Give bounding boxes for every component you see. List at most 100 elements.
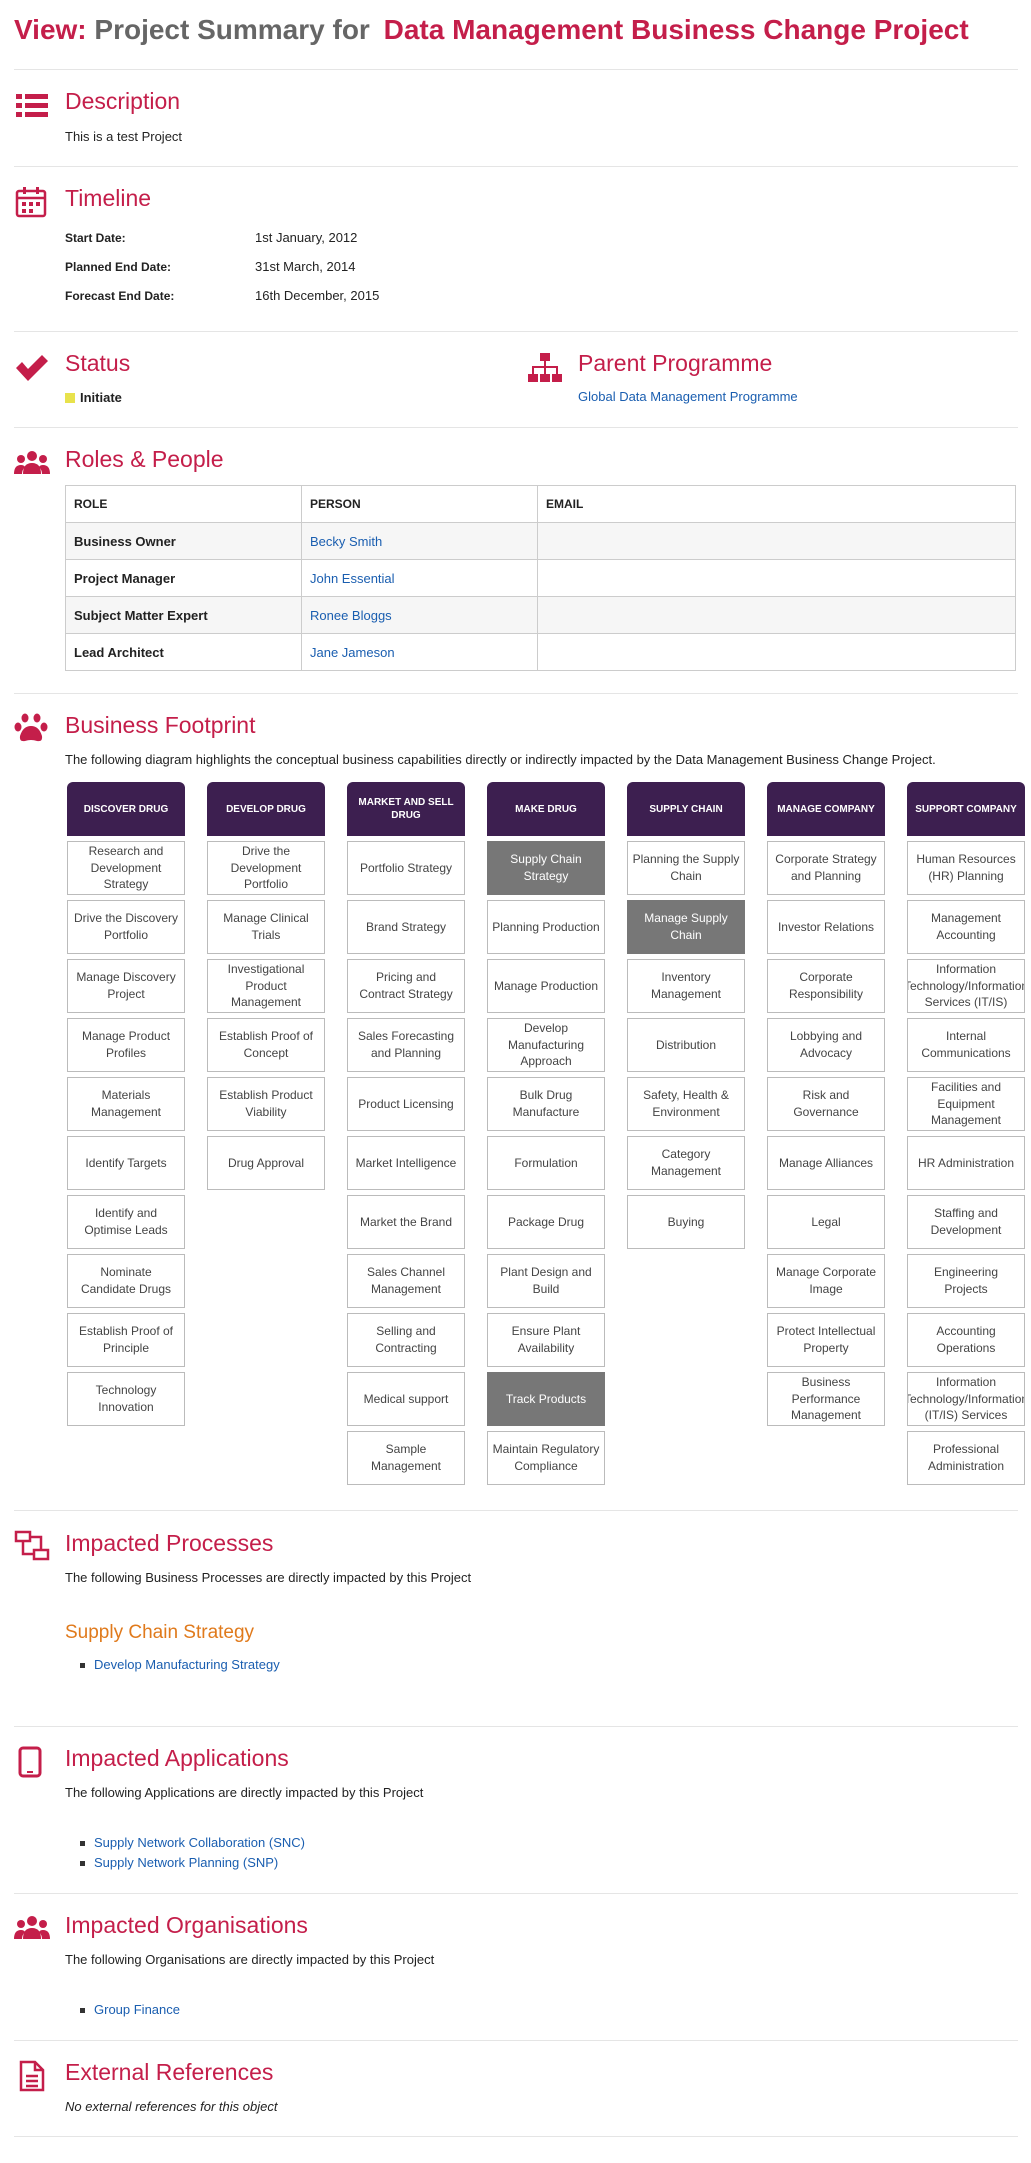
capability-box[interactable]: Identify Targets [67, 1136, 185, 1190]
capability-box[interactable]: HR Administration [907, 1136, 1025, 1190]
capability-box[interactable]: Drug Approval [207, 1136, 325, 1190]
references-text: No external references for this object [65, 2099, 278, 2114]
capability-box[interactable]: Corporate Strategy and Planning [767, 841, 885, 895]
capability-box[interactable]: Manage Corporate Image [767, 1254, 885, 1308]
capability-column: MARKET AND SELL DRUG Portfolio Strategy Br… [347, 782, 465, 1485]
calendar-icon [15, 187, 47, 218]
parent-programme-link[interactable]: Global Data Management Programme [578, 389, 798, 404]
capability-box[interactable]: Brand Strategy [347, 900, 465, 954]
capability-box[interactable]: Category Management [627, 1136, 745, 1190]
person-link[interactable]: Jane Jameson [310, 645, 395, 660]
capability-box[interactable]: Package Drug [487, 1195, 605, 1249]
capability-box[interactable]: Nominate Candidate Drugs [67, 1254, 185, 1308]
capability-box[interactable]: Inventory Management [627, 959, 745, 1013]
capability-box[interactable]: Accounting Operations [907, 1313, 1025, 1367]
capability-box[interactable]: Materials Management [67, 1077, 185, 1131]
capability-box-impacted[interactable]: Track Products [487, 1372, 605, 1426]
capability-box[interactable]: Management Accounting [907, 900, 1025, 954]
capability-box[interactable]: Bulk Drug Manufacture [487, 1077, 605, 1131]
capability-column-header: MANAGE COMPANY [767, 782, 885, 836]
capability-box[interactable]: Manage Production [487, 959, 605, 1013]
person-link[interactable]: Ronee Bloggs [310, 608, 392, 623]
list-icon [16, 94, 48, 117]
capability-box[interactable]: Risk and Governance [767, 1077, 885, 1131]
capability-box[interactable]: Legal [767, 1195, 885, 1249]
column-header-role: ROLE [65, 485, 302, 523]
capability-box[interactable]: Identify and Optimise Leads [67, 1195, 185, 1249]
capability-box[interactable]: Protect Intellectual Property [767, 1313, 885, 1367]
title-middle: Project Summary for [94, 14, 370, 45]
capability-box[interactable]: Formulation [487, 1136, 605, 1190]
capability-box[interactable]: Sales Channel Management [347, 1254, 465, 1308]
capability-box[interactable]: Portfolio Strategy [347, 841, 465, 895]
capability-box[interactable]: Information Technology/Information (IT/I… [907, 1372, 1025, 1426]
capability-box[interactable]: Establish Proof of Principle [67, 1313, 185, 1367]
capability-box[interactable]: Corporate Responsibility [767, 959, 885, 1013]
capability-box[interactable]: Drive the Development Portfolio [207, 841, 325, 895]
capability-column: SUPPLY CHAIN Planning the Supply Chain Man… [627, 782, 745, 1249]
capability-box[interactable]: Pricing and Contract Strategy [347, 959, 465, 1013]
capability-box[interactable]: Market Intelligence [347, 1136, 465, 1190]
capability-box[interactable]: Maintain Regulatory Compliance [487, 1431, 605, 1485]
column-header-person: PERSON [301, 485, 538, 523]
role-cell: Business Owner [65, 522, 302, 560]
capability-box[interactable]: Business Performance Management [767, 1372, 885, 1426]
capability-box[interactable]: Ensure Plant Availability [487, 1313, 605, 1367]
capability-box[interactable]: Investigational Product Management [207, 959, 325, 1013]
capability-box[interactable]: Facilities and Equipment Management [907, 1077, 1025, 1131]
capability-box[interactable]: Professional Administration [907, 1431, 1025, 1485]
capability-box[interactable]: Manage Product Profiles [67, 1018, 185, 1072]
email-cell [537, 596, 1016, 634]
person-link[interactable]: John Essential [310, 571, 395, 586]
capability-box[interactable]: Lobbying and Advocacy [767, 1018, 885, 1072]
organisation-link[interactable]: Group Finance [94, 2002, 180, 2017]
capability-box[interactable]: Research and Development Strategy [67, 841, 185, 895]
person-link[interactable]: Becky Smith [310, 534, 382, 549]
capability-box[interactable]: Planning the Supply Chain [627, 841, 745, 895]
capability-box[interactable]: Safety, Health & Environment [627, 1077, 745, 1131]
capability-column: SUPPORT COMPANY Human Resources (HR) Plan… [907, 782, 1025, 1485]
application-link[interactable]: Supply Network Planning (SNP) [94, 1855, 278, 1870]
table-row: Project Manager John Essential [65, 559, 1016, 597]
capability-column-header: MARKET AND SELL DRUG [347, 782, 465, 836]
document-icon [19, 2060, 45, 2092]
capability-column-header: SUPPLY CHAIN [627, 782, 745, 836]
parent-programme-title: Parent Programme [578, 350, 773, 376]
capability-box[interactable]: Information Technology/Information Servi… [907, 959, 1025, 1013]
capability-box[interactable]: Drive the Discovery Portfolio [67, 900, 185, 954]
capability-box[interactable]: Engineering Projects [907, 1254, 1025, 1308]
capability-box[interactable]: Internal Communications [907, 1018, 1025, 1072]
capability-box[interactable]: Manage Discovery Project [67, 959, 185, 1013]
capability-box[interactable]: Staffing and Development [907, 1195, 1025, 1249]
capability-box[interactable]: Buying [627, 1195, 745, 1249]
capability-box[interactable]: Product Licensing [347, 1077, 465, 1131]
capability-box[interactable]: Manage Alliances [767, 1136, 885, 1190]
process-link[interactable]: Develop Manufacturing Strategy [94, 1657, 280, 1672]
capability-box[interactable]: Establish Product Viability [207, 1077, 325, 1131]
capability-box[interactable]: Planning Production [487, 900, 605, 954]
capability-box[interactable]: Sample Management [347, 1431, 465, 1485]
email-cell [537, 559, 1016, 597]
application-link[interactable]: Supply Network Collaboration (SNC) [94, 1835, 305, 1850]
capability-box[interactable]: Develop Manufacturing Approach [487, 1018, 605, 1072]
capability-box[interactable]: Medical support [347, 1372, 465, 1426]
capability-box[interactable]: Distribution [627, 1018, 745, 1072]
capability-box[interactable]: Technology Innovation [67, 1372, 185, 1426]
capability-box[interactable]: Investor Relations [767, 900, 885, 954]
capability-box[interactable]: Establish Proof of Concept [207, 1018, 325, 1072]
organisation-list: Group Finance [80, 2000, 180, 2020]
capability-box[interactable]: Sales Forecasting and Planning [347, 1018, 465, 1072]
roles-table: ROLE PERSON EMAIL Business Owner Becky S… [65, 485, 1016, 671]
capability-box-impacted[interactable]: Supply Chain Strategy [487, 841, 605, 895]
processes-title: Impacted Processes [65, 1530, 274, 1556]
capability-box[interactable]: Human Resources (HR) Planning [907, 841, 1025, 895]
capability-box[interactable]: Plant Design and Build [487, 1254, 605, 1308]
role-cell: Subject Matter Expert [65, 596, 302, 634]
capability-box-impacted[interactable]: Manage Supply Chain [627, 900, 745, 954]
people-icon [14, 1916, 50, 1939]
person-cell: Becky Smith [301, 522, 538, 560]
capability-box[interactable]: Selling and Contracting [347, 1313, 465, 1367]
people-icon [14, 451, 50, 474]
capability-box[interactable]: Market the Brand [347, 1195, 465, 1249]
capability-box[interactable]: Manage Clinical Trials [207, 900, 325, 954]
